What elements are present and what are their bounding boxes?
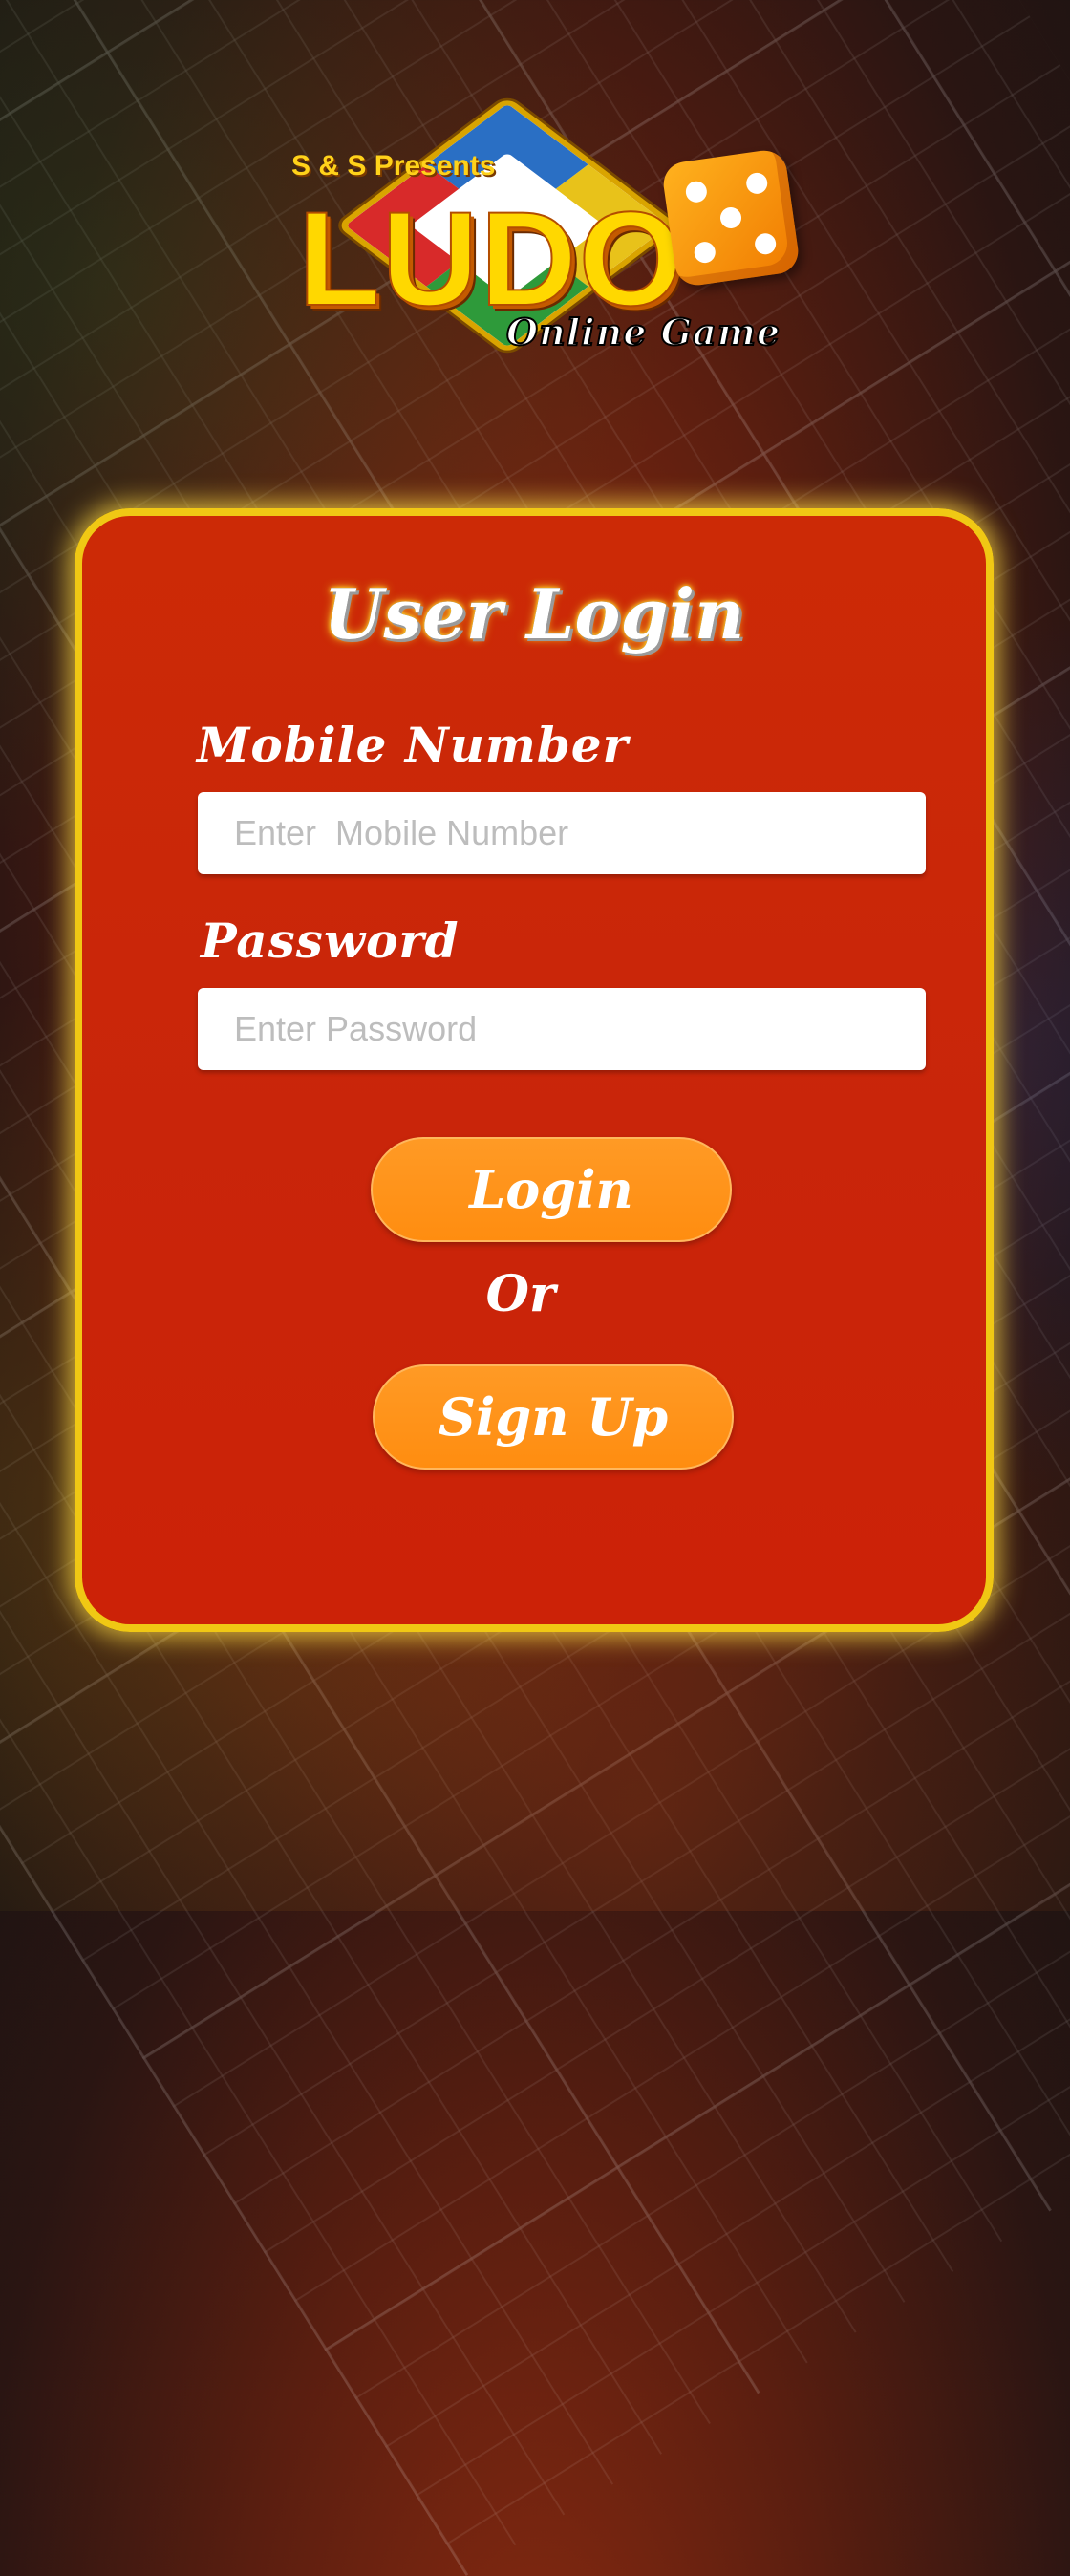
dice-icon [660, 147, 802, 289]
login-button[interactable]: Login [371, 1137, 732, 1242]
password-label: Password [201, 912, 460, 969]
login-title: User Login [323, 573, 745, 655]
password-input[interactable] [198, 988, 926, 1070]
mobile-number-label: Mobile Number [197, 717, 629, 773]
sign-up-button[interactable]: Sign Up [373, 1364, 734, 1470]
logo-presents-text: S & S Presents [291, 150, 496, 182]
ludo-logo: S & S Presents LUDO Online Game [287, 81, 822, 368]
mobile-number-input[interactable] [198, 792, 926, 874]
logo-subtitle: Online Game [505, 310, 781, 354]
or-separator-text: Or [485, 1265, 556, 1323]
login-card: User Login Mobile Number Password Login … [75, 508, 994, 1632]
